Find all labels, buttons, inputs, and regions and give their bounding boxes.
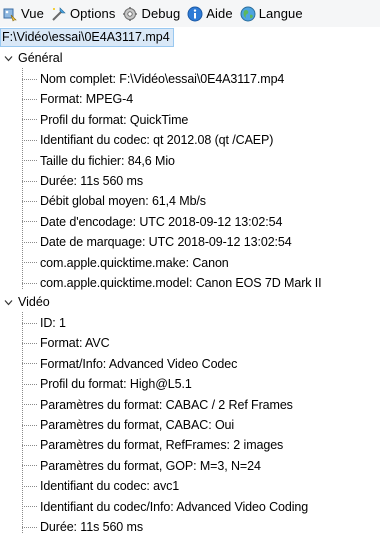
tree-branch-line [22, 424, 37, 426]
tree-row[interactable]: Identifiant du codec: qt 2012.08 (qt /CA… [22, 130, 273, 150]
section-general-title: Général [18, 51, 63, 65]
collapse-icon[interactable] [2, 292, 15, 312]
view-icon [2, 6, 18, 22]
tree-row-text: Date d'encodage: UTC 2018-09-12 13:02:54 [40, 214, 283, 229]
tree-row[interactable]: Format/Info: Advanced Video Codec [22, 354, 237, 374]
tree-branch-line [22, 78, 37, 80]
tree-branch-line [22, 200, 37, 202]
tree-row[interactable]: Nom complet: F:\Vidéo\essai\0E4A3117.mp4 [22, 69, 284, 89]
tree-row-text: Identifiant du codec: qt 2012.08 (qt /CA… [40, 133, 274, 148]
menu-langue-label: Langue [258, 6, 303, 21]
tree-row-text: Profil du format: QuickTime [40, 112, 189, 127]
tree-row[interactable]: Date d'encodage: UTC 2018-09-12 13:02:54 [22, 212, 282, 232]
tree-row-text: Identifiant du codec/Info: Advanced Vide… [40, 499, 309, 514]
tree-row-text: Format: AVC [40, 336, 110, 351]
tree-row-text: Paramètres du format: CABAC / 2 Ref Fram… [40, 397, 293, 412]
tree-row[interactable]: Date de marquage: UTC 2018-09-12 13:02:5… [22, 232, 292, 252]
tree-branch-line [22, 282, 37, 284]
menu-debug[interactable]: Debug [120, 0, 185, 27]
tree-row[interactable]: Paramètres du format: CABAC / 2 Ref Fram… [22, 395, 293, 415]
tree-row[interactable]: ID: 1 [22, 313, 66, 333]
tree-branch-line [22, 241, 37, 243]
tree-row-text: ID: 1 [40, 316, 66, 330]
menu-debug-label: Debug [141, 6, 181, 21]
tree-branch-line [22, 98, 37, 100]
tree-branch-line [22, 404, 37, 406]
tree-row-text: Durée: 11s 560 ms [40, 520, 143, 534]
tree-branch-line [22, 119, 37, 121]
language-icon [240, 6, 256, 22]
tree-row[interactable]: Taille du fichier: 84,6 Mio [22, 151, 175, 171]
menu-vue-label: Vue [21, 6, 44, 21]
tree-branch-line [22, 383, 37, 385]
tree-row[interactable]: Durée: 11s 560 ms [22, 517, 143, 534]
tree-row[interactable]: com.apple.quicktime.make: Canon [22, 253, 229, 273]
tree-row-text: Durée: 11s 560 ms [40, 174, 143, 188]
tree-row-text: Date de marquage: UTC 2018-09-12 13:02:5… [40, 235, 292, 250]
tree-row-text: Débit global moyen: 61,4 Mb/s [40, 194, 206, 209]
tree-row-text: com.apple.quicktime.make: Canon [40, 255, 229, 270]
tree-row-text: Paramètres du format, GOP: M=3, N=24 [40, 458, 261, 473]
tree-branch-line [22, 506, 37, 508]
section-general[interactable]: Général [0, 48, 62, 68]
info-tree[interactable]: F:\Vidéo\essai\0E4A3117.mp4 Général Nom … [0, 27, 380, 534]
tree-branch-line [22, 485, 37, 487]
tree-branch-line [22, 139, 37, 141]
tree-row-text: Nom complet: F:\Vidéo\essai\0E4A3117.mp4 [40, 72, 285, 86]
menu-langue[interactable]: Langue [238, 0, 308, 27]
tree-row-text: Paramètres du format, RefFrames: 2 image… [40, 438, 284, 453]
menu-vue[interactable]: Vue [0, 0, 49, 27]
tree-row-text: Paramètres du format, CABAC: Oui [40, 418, 235, 432]
tree-row[interactable]: Identifiant du codec: avc1 [22, 476, 179, 496]
options-icon [51, 6, 67, 22]
tree-row[interactable]: Débit global moyen: 61,4 Mb/s [22, 191, 206, 211]
tree-row[interactable]: Profil du format: High@L5.1 [22, 374, 192, 394]
tree-branch-line [22, 180, 37, 182]
help-icon [187, 6, 203, 22]
tree-row[interactable]: Durée: 11s 560 ms [22, 171, 143, 191]
tree-row[interactable]: com.apple.quicktime.model: Canon EOS 7D … [22, 273, 322, 293]
collapse-icon[interactable] [2, 48, 15, 68]
tree-row[interactable]: Paramètres du format, GOP: M=3, N=24 [22, 456, 261, 476]
tree-row[interactable]: Paramètres du format, RefFrames: 2 image… [22, 435, 283, 455]
section-video-title: Vidéo [18, 295, 50, 309]
tree-branch-line [22, 444, 37, 446]
tree-row[interactable]: Format: MPEG-4 [22, 89, 133, 109]
menu-aide[interactable]: Aide [185, 0, 237, 27]
menu-bar: Vue Options Debug Aide Langue [0, 0, 380, 27]
tree-branch-line [22, 526, 37, 528]
tree-row[interactable]: Identifiant du codec/Info: Advanced Vide… [22, 497, 308, 517]
tree-branch-line [22, 160, 37, 162]
menu-options-label: Options [69, 6, 116, 21]
tree-row[interactable]: Paramètres du format, CABAC: Oui [22, 415, 234, 435]
section-video[interactable]: Vidéo [0, 292, 50, 312]
menu-aide-label: Aide [206, 6, 233, 21]
file-path-node[interactable]: F:\Vidéo\essai\0E4A3117.mp4 [0, 28, 174, 47]
tree-branch-line [22, 221, 37, 223]
tree-row-text: Format: MPEG-4 [40, 92, 134, 107]
menu-options[interactable]: Options [49, 0, 121, 27]
tree-branch-line [22, 322, 37, 324]
tree-row-text: Taille du fichier: 84,6 Mio [40, 153, 175, 168]
tree-branch-line [22, 262, 37, 264]
tree-row-text: com.apple.quicktime.model: Canon EOS 7D … [40, 276, 322, 290]
tree-row-text: Profil du format: High@L5.1 [40, 377, 192, 392]
tree-row[interactable]: Format: AVC [22, 333, 110, 353]
tree-branch-line [22, 465, 37, 467]
tree-branch-line [22, 363, 37, 365]
debug-icon [122, 6, 138, 22]
tree-row-text: Format/Info: Advanced Video Codec [40, 356, 238, 371]
tree-row-text: Identifiant du codec: avc1 [40, 479, 180, 494]
tree-row[interactable]: Profil du format: QuickTime [22, 110, 188, 130]
tree-branch-line [22, 342, 37, 344]
